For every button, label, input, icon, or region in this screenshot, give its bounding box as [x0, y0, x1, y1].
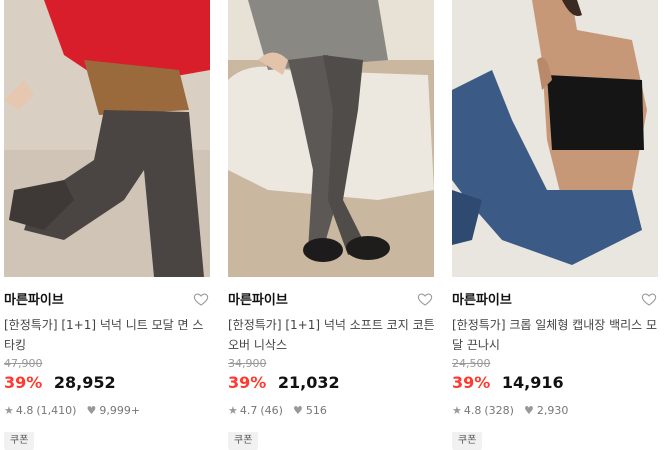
product-card[interactable]: 마른파이브 [한정특가] [1+1] 넉넉 소프트 코지 코튼 오버 니삭스 3… [228, 0, 435, 450]
coupon-badge: 쿠폰 [228, 432, 259, 450]
product-meta: ★ 4.8 (1,410) ♥ 9,999+ [4, 404, 211, 418]
product-meta: ★ 4.7 (46) ♥ 516 [228, 404, 435, 418]
heart-icon[interactable] [417, 291, 433, 307]
price-row: 39% 14,916 [452, 372, 659, 394]
heart-filled-icon: ♥ [86, 404, 97, 417]
crop-top-photo [452, 0, 658, 277]
product-title[interactable]: [한정특가] 크롭 일체형 캡내장 백리스 모달 끈나시 [452, 315, 659, 355]
rating: 4.8 [463, 404, 482, 417]
review-count: (328) [484, 404, 514, 417]
discount-rate: 39% [4, 373, 43, 392]
review-count: (1,410) [36, 404, 77, 417]
star-icon: ★ [452, 404, 462, 417]
product-image[interactable] [228, 0, 434, 277]
product-image[interactable] [4, 0, 210, 277]
sale-price: 28,952 [53, 373, 116, 392]
rating: 4.8 [15, 404, 34, 417]
brand-name[interactable]: 마른파이브 [228, 293, 288, 308]
tights-photo [4, 0, 210, 277]
heart-icon[interactable] [193, 291, 209, 307]
discount-rate: 39% [452, 373, 491, 392]
coupon-badge: 쿠폰 [452, 432, 483, 450]
product-grid: 마른파이브 [한정특가] [1+1] 넉넉 니트 모달 면 스타킹 47,900… [0, 0, 664, 450]
brand-name[interactable]: 마른파이브 [452, 293, 512, 308]
sale-price: 21,032 [277, 373, 340, 392]
product-card[interactable]: 마른파이브 [한정특가] 크롭 일체형 캡내장 백리스 모달 끈나시 24,50… [452, 0, 659, 450]
heart-filled-icon: ♥ [523, 404, 534, 417]
price-row: 39% 21,032 [228, 372, 435, 394]
price-row: 39% 28,952 [4, 372, 211, 394]
star-icon: ★ [4, 404, 14, 417]
original-price: 34,900 [228, 357, 267, 370]
star-icon: ★ [228, 404, 238, 417]
rating: 4.7 [239, 404, 258, 417]
product-card[interactable]: 마른파이브 [한정특가] [1+1] 넉넉 니트 모달 면 스타킹 47,900… [4, 0, 211, 450]
product-title[interactable]: [한정특가] [1+1] 넉넉 소프트 코지 코튼 오버 니삭스 [228, 315, 435, 355]
original-price: 24,500 [452, 357, 491, 370]
product-meta: ★ 4.8 (328) ♥ 2,930 [452, 404, 659, 418]
sale-price: 14,916 [501, 373, 564, 392]
heart-icon[interactable] [641, 291, 657, 307]
like-count: 2,930 [536, 404, 569, 417]
brand-name[interactable]: 마른파이브 [4, 293, 64, 308]
heart-filled-icon: ♥ [292, 404, 303, 417]
like-count: 516 [305, 404, 327, 417]
knee-socks-photo [228, 0, 434, 277]
review-count: (46) [260, 404, 283, 417]
coupon-badge: 쿠폰 [4, 432, 35, 450]
like-count: 9,999+ [99, 404, 141, 417]
product-title[interactable]: [한정특가] [1+1] 넉넉 니트 모달 면 스타킹 [4, 315, 211, 355]
discount-rate: 39% [228, 373, 267, 392]
product-image[interactable] [452, 0, 658, 277]
original-price: 47,900 [4, 357, 43, 370]
